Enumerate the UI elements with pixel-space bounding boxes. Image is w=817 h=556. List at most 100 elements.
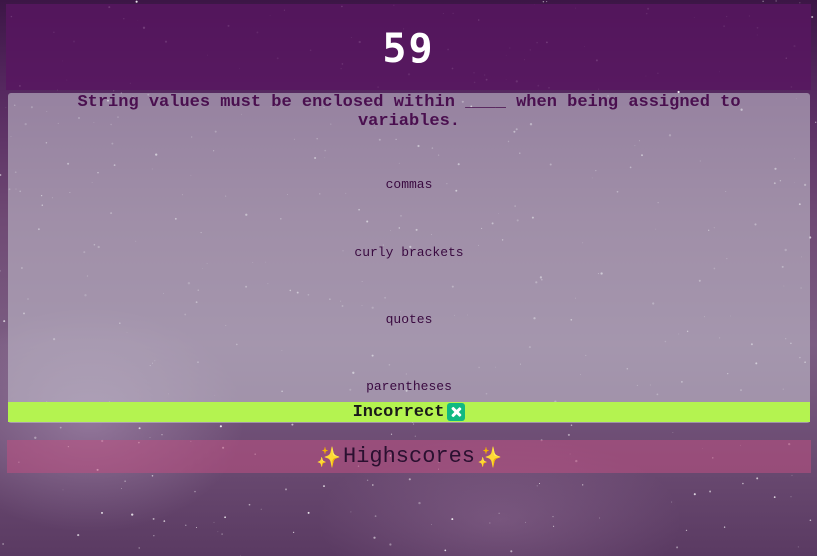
- star: [240, 554, 241, 556]
- choice-parentheses[interactable]: parentheses: [8, 379, 810, 394]
- star: [498, 512, 500, 514]
- star: [131, 513, 134, 516]
- star: [185, 524, 187, 526]
- star: [510, 550, 513, 553]
- star: [101, 511, 103, 514]
- star: [292, 531, 295, 534]
- star: [811, 15, 814, 19]
- star: [408, 478, 411, 481]
- star: [307, 511, 310, 514]
- star: [2, 543, 4, 545]
- countdown-timer: 59: [382, 26, 435, 72]
- star: [153, 535, 155, 537]
- answer-feedback: Incorrect: [8, 402, 810, 422]
- star: [567, 433, 570, 436]
- star: [161, 434, 163, 436]
- star: [791, 474, 793, 476]
- star: [219, 425, 222, 428]
- star: [546, 1, 548, 3]
- star: [418, 501, 421, 505]
- star: [3, 320, 6, 323]
- star: [285, 488, 287, 491]
- star: [217, 531, 219, 533]
- star: [489, 522, 491, 524]
- star: [431, 524, 432, 525]
- star: [213, 521, 215, 523]
- quiz-card: String values must be enclosed within __…: [8, 93, 810, 423]
- star: [260, 508, 262, 510]
- star: [775, 0, 777, 2]
- star: [790, 496, 792, 498]
- star: [34, 436, 37, 439]
- star: [195, 526, 198, 529]
- star: [124, 480, 126, 482]
- star: [224, 516, 226, 519]
- timer-bar: 59: [6, 4, 811, 90]
- star: [389, 543, 392, 546]
- star: [672, 432, 674, 433]
- sparkles-icon: ✨: [316, 444, 341, 469]
- star: [121, 488, 122, 489]
- question-text: String values must be enclosed within __…: [77, 93, 741, 131]
- star: [413, 423, 415, 425]
- choice-quotes[interactable]: quotes: [8, 312, 810, 327]
- star: [525, 521, 527, 523]
- star: [291, 423, 294, 426]
- star: [797, 546, 799, 548]
- star: [414, 435, 416, 437]
- star: [599, 517, 600, 519]
- star: [0, 174, 2, 176]
- star: [685, 529, 688, 532]
- star: [62, 489, 64, 491]
- choice-curly-brackets[interactable]: curly brackets: [8, 245, 810, 260]
- star: [542, 0, 545, 3]
- star: [676, 546, 679, 549]
- star: [59, 426, 62, 429]
- star: [113, 90, 115, 92]
- feedback-text: Incorrect: [352, 402, 445, 422]
- star: [163, 520, 166, 522]
- star: [451, 518, 454, 521]
- star: [248, 503, 251, 506]
- star: [444, 549, 447, 552]
- star: [366, 479, 369, 481]
- cross-mark-icon: [447, 403, 466, 421]
- star: [152, 517, 155, 520]
- star: [373, 536, 376, 539]
- star: [390, 433, 393, 435]
- star: [350, 511, 352, 513]
- star: [773, 496, 776, 498]
- star: [742, 482, 744, 485]
- star: [194, 490, 196, 493]
- star: [582, 484, 584, 486]
- star: [151, 475, 154, 477]
- star: [138, 427, 141, 430]
- star: [138, 547, 140, 549]
- star: [762, 0, 764, 2]
- star: [570, 424, 573, 426]
- star: [5, 107, 7, 109]
- star: [323, 485, 325, 488]
- star: [553, 525, 555, 527]
- choice-commas[interactable]: commas: [8, 177, 810, 192]
- star: [371, 484, 374, 486]
- star: [709, 490, 712, 493]
- star: [538, 482, 541, 485]
- star: [149, 437, 151, 438]
- star: [135, 0, 138, 3]
- star: [552, 516, 554, 518]
- star: [693, 493, 696, 496]
- star: [671, 501, 673, 503]
- star: [374, 515, 377, 517]
- highscores-label: Highscores: [342, 444, 476, 469]
- star: [809, 519, 812, 522]
- star: [815, 121, 817, 123]
- sparkles-icon: ✨: [477, 444, 502, 469]
- star: [77, 534, 80, 537]
- star: [756, 477, 759, 480]
- star: [0, 270, 1, 272]
- star: [221, 533, 223, 535]
- highscores-button[interactable]: ✨ Highscores ✨: [7, 440, 811, 473]
- star: [723, 526, 726, 528]
- star: [536, 485, 538, 487]
